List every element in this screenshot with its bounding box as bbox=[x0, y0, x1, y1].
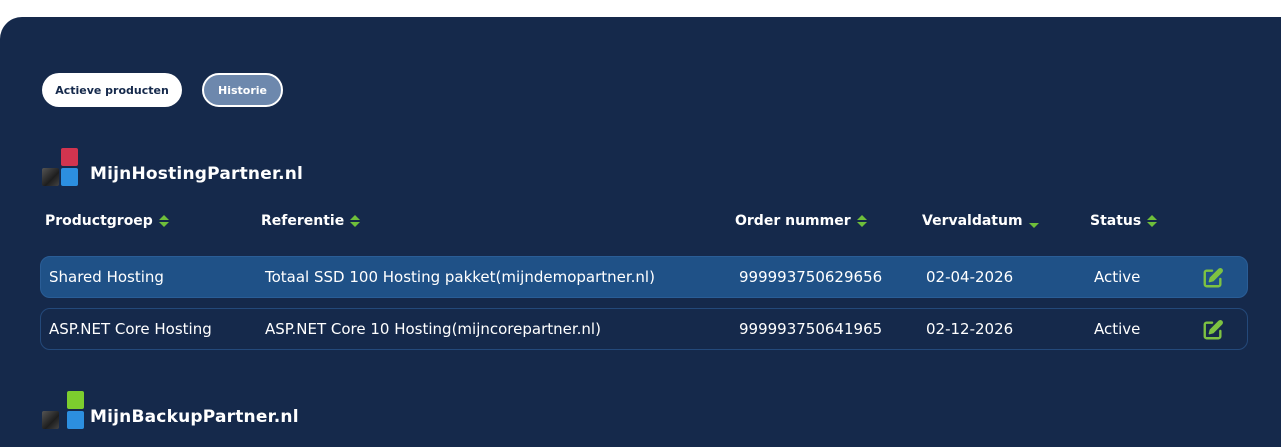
tab-active-products[interactable]: Actieve producten bbox=[42, 73, 182, 107]
product-tabs: Actieve producten Historie bbox=[42, 73, 283, 107]
column-header-order-nummer[interactable]: Order nummer bbox=[735, 213, 867, 229]
mijnhostingpartner-logo-icon bbox=[42, 148, 80, 188]
sort-desc-icon[interactable] bbox=[1028, 222, 1039, 228]
sort-updown-icon[interactable] bbox=[158, 215, 169, 227]
sort-updown-icon[interactable] bbox=[856, 215, 867, 227]
table-row[interactable]: Shared Hosting Totaal SSD 100 Hosting pa… bbox=[40, 256, 1248, 298]
mijnbackuppartner-logo-icon bbox=[42, 391, 84, 431]
brand-name: MijnHostingPartner.nl bbox=[90, 164, 304, 184]
cell-vervaldatum: 02-12-2026 bbox=[926, 320, 1014, 338]
edit-icon[interactable] bbox=[1202, 319, 1224, 341]
cell-vervaldatum: 02-04-2026 bbox=[926, 268, 1014, 286]
cell-order-nummer: 999993750641965 bbox=[739, 320, 883, 338]
cell-status: Active bbox=[1094, 320, 1141, 338]
column-header-status[interactable]: Status bbox=[1090, 213, 1158, 229]
cell-status: Active bbox=[1094, 268, 1141, 286]
column-header-referentie[interactable]: Referentie bbox=[261, 213, 361, 229]
cell-referentie: Totaal SSD 100 Hosting pakket(mijndemopa… bbox=[265, 268, 655, 286]
column-header-vervaldatum[interactable]: Vervaldatum bbox=[922, 213, 1039, 229]
cell-productgroep: ASP.NET Core Hosting bbox=[49, 320, 212, 338]
cell-referentie: ASP.NET Core 10 Hosting(mijncorepartner.… bbox=[265, 320, 601, 338]
table-row[interactable]: ASP.NET Core Hosting ASP.NET Core 10 Hos… bbox=[40, 308, 1248, 350]
tab-history[interactable]: Historie bbox=[202, 73, 283, 107]
column-header-productgroep[interactable]: Productgroep bbox=[45, 213, 169, 229]
sort-updown-icon[interactable] bbox=[350, 215, 361, 227]
cell-order-nummer: 999993750629656 bbox=[739, 268, 883, 286]
sort-updown-icon[interactable] bbox=[1147, 215, 1158, 227]
brand-name: MijnBackupPartner.nl bbox=[90, 407, 299, 427]
edit-icon[interactable] bbox=[1202, 267, 1224, 289]
cell-productgroep: Shared Hosting bbox=[49, 268, 164, 286]
